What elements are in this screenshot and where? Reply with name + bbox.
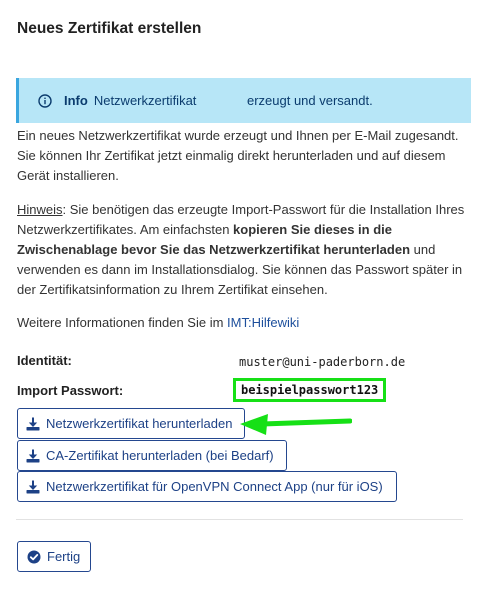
identity-label: Identität: xyxy=(17,353,72,368)
password-value[interactable]: beispielpasswort123 xyxy=(233,378,387,402)
download-ca-label: CA-Zertifikat herunterladen (bei Bedarf) xyxy=(46,448,274,463)
help-wiki-link[interactable]: IMT:Hilfewiki xyxy=(227,315,299,330)
info-circle-icon xyxy=(38,93,52,108)
download-certificate-label: Netzwerkzertifikat herunterladen xyxy=(46,416,233,431)
password-label: Import Passwort: xyxy=(17,383,124,398)
info-message: Netzwerkzertifikat erzeugt und versandt. xyxy=(93,93,373,108)
more-info-text: Weitere Informationen finden Sie im xyxy=(17,315,228,330)
more-info-paragraph: Weitere Informationen finden Sie im IMT:… xyxy=(17,313,472,333)
hint-label: Hinweis xyxy=(17,202,63,217)
hint-paragraph: Hinweis: Sie benötigen das erzeugte Impo… xyxy=(17,200,472,300)
download-ca-button[interactable]: CA-Zertifikat herunterladen (bei Bedarf) xyxy=(17,440,287,471)
page-title: Neues Zertifikat erstellen xyxy=(17,20,202,37)
certificate-page: Neues Zertifikat erstellen Info Netzwerk… xyxy=(0,0,485,599)
download-openvpn-button[interactable]: Netzwerkzertifikat für OpenVPN Connect A… xyxy=(17,471,397,502)
identity-value: muster@uni-paderborn.de xyxy=(239,355,406,369)
done-label: Fertig xyxy=(47,549,81,564)
download-icon xyxy=(26,417,40,431)
download-openvpn-label: Netzwerkzertifikat für OpenVPN Connect A… xyxy=(46,479,383,494)
download-icon xyxy=(26,449,40,463)
check-circle-icon xyxy=(27,550,41,564)
intro-paragraph: Ein neues Netzwerkzertifikat wurde erzeu… xyxy=(17,128,459,183)
info-alert: Info Netzwerkzertifikat erzeugt und vers… xyxy=(16,78,471,123)
divider xyxy=(16,519,463,520)
download-certificate-button[interactable]: Netzwerkzertifikat herunterladen xyxy=(17,408,245,439)
green-arrow-icon xyxy=(240,414,352,435)
done-button[interactable]: Fertig xyxy=(17,541,91,572)
info-label: Info xyxy=(64,93,88,108)
download-icon xyxy=(26,480,40,494)
